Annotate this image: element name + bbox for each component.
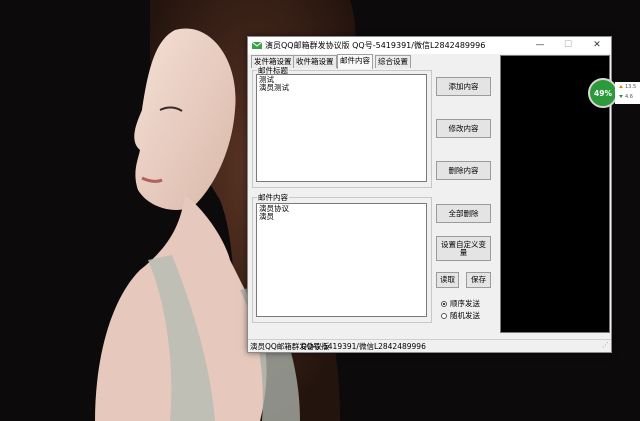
- title-bar[interactable]: 演员QQ邮箱群发协议版 QQ号-5419391/微信L2842489996 — …: [248, 37, 611, 54]
- window-title: 演员QQ邮箱群发协议版 QQ号-5419391/微信L2842489996: [265, 41, 486, 50]
- app-icon: [252, 41, 262, 49]
- content-line: 演员协议: [259, 204, 289, 213]
- tab-general-settings[interactable]: 综合设置: [375, 55, 411, 68]
- sequential-send-radio[interactable]: 顺序发送: [441, 298, 480, 309]
- add-content-button[interactable]: 添加内容: [436, 77, 491, 96]
- random-send-radio[interactable]: 随机发送: [441, 310, 480, 321]
- custom-variable-button[interactable]: 设置自定义变 量: [436, 236, 491, 261]
- delete-all-button[interactable]: 全部删除: [436, 204, 491, 223]
- download-speed-row: 4.6: [619, 94, 633, 100]
- maximize-button[interactable]: ☐: [555, 38, 581, 53]
- radio-indicator: [441, 312, 447, 319]
- edit-content-button[interactable]: 修改内容: [436, 119, 491, 138]
- custom-variable-label-2: 量: [459, 247, 468, 257]
- subject-line: 演员测试: [259, 83, 289, 92]
- app-window: 演员QQ邮箱群发协议版 QQ号-5419391/微信L2842489996 — …: [247, 36, 612, 353]
- download-arrow-icon: [619, 95, 623, 98]
- delete-content-button[interactable]: 删除内容: [436, 161, 491, 180]
- status-bar: 演员QQ邮箱群发协议版 QQ号-5419391/微信L2842489996 ⋰: [248, 339, 611, 353]
- tab-mail-content[interactable]: 邮件内容: [337, 54, 373, 69]
- tab-inbox-settings[interactable]: 收件箱设置: [293, 55, 337, 68]
- subject-textarea[interactable]: 测试 演员测试: [256, 74, 427, 182]
- upload-arrow-icon: [619, 85, 623, 88]
- upload-speed-row: 13.5: [619, 84, 636, 90]
- content-group-label: 邮件内容: [257, 192, 289, 203]
- random-send-label: 随机发送: [450, 311, 480, 320]
- sequential-send-label: 顺序发送: [450, 299, 480, 308]
- read-button[interactable]: 读取: [436, 272, 459, 288]
- status-contact: QQ号-5419391/微信L2842489996: [301, 342, 426, 351]
- network-speed-panel: 13.5 4.6: [615, 82, 640, 104]
- close-button[interactable]: ✕: [584, 38, 610, 53]
- minimize-button[interactable]: —: [527, 38, 553, 53]
- radio-selected-indicator: [441, 300, 447, 307]
- download-speed: 4.6: [625, 94, 633, 100]
- content-textarea[interactable]: 演员协议 演员: [256, 203, 427, 317]
- save-button[interactable]: 保存: [466, 272, 491, 288]
- upload-speed: 13.5: [625, 84, 637, 90]
- resize-grip-icon[interactable]: ⋰: [602, 339, 609, 352]
- content-line: 演员: [259, 212, 274, 221]
- network-meter-badge[interactable]: 49%: [588, 78, 618, 108]
